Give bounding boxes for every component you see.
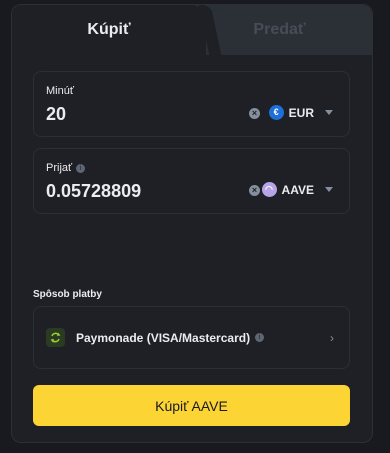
tab-buy[interactable]: Kúpiť [12, 5, 206, 55]
receive-currency-select[interactable]: ◠ AAVE [261, 182, 333, 197]
receive-currency-label: AAVE [281, 182, 314, 197]
refresh-icon [46, 328, 65, 347]
trade-card: Predať Kúpiť Minúť 20 × € EUR Prijať i 0… [11, 4, 373, 443]
eur-coin-icon: € [268, 105, 284, 120]
receive-label: Prijať i [46, 162, 86, 174]
info-icon[interactable]: i [76, 163, 86, 173]
receive-field[interactable]: Prijať i 0.05728809 × ◠ AAVE [33, 148, 350, 214]
spend-label: Minúť [46, 85, 74, 97]
payment-method-selector[interactable]: Paymonade (VISA/Mastercard) i › [33, 306, 350, 369]
spend-field[interactable]: Minúť 20 × € EUR [33, 71, 350, 137]
buy-button[interactable]: Kúpiť AAVE [33, 385, 350, 426]
payment-method-name: Paymonade (VISA/Mastercard) [76, 330, 251, 345]
chevron-down-icon [325, 187, 333, 192]
tab-buy-label: Kúpiť [87, 21, 131, 38]
payment-section-label: Spôsob platby [33, 289, 102, 300]
aave-coin-icon: ◠ [261, 182, 277, 197]
trade-tabs: Predať Kúpiť [12, 5, 372, 55]
tab-sell-label: Predať [253, 21, 306, 38]
spend-currency-select[interactable]: € EUR [268, 105, 333, 120]
clear-icon[interactable]: × [249, 108, 260, 119]
receive-amount-input[interactable]: 0.05728809 [46, 181, 141, 202]
chevron-down-icon [325, 110, 333, 115]
chevron-right-icon: › [330, 331, 334, 345]
clear-icon[interactable]: × [249, 185, 260, 196]
spend-currency-label: EUR [288, 105, 314, 120]
info-icon[interactable]: i [255, 333, 265, 342]
spend-amount-input[interactable]: 20 [46, 104, 66, 125]
